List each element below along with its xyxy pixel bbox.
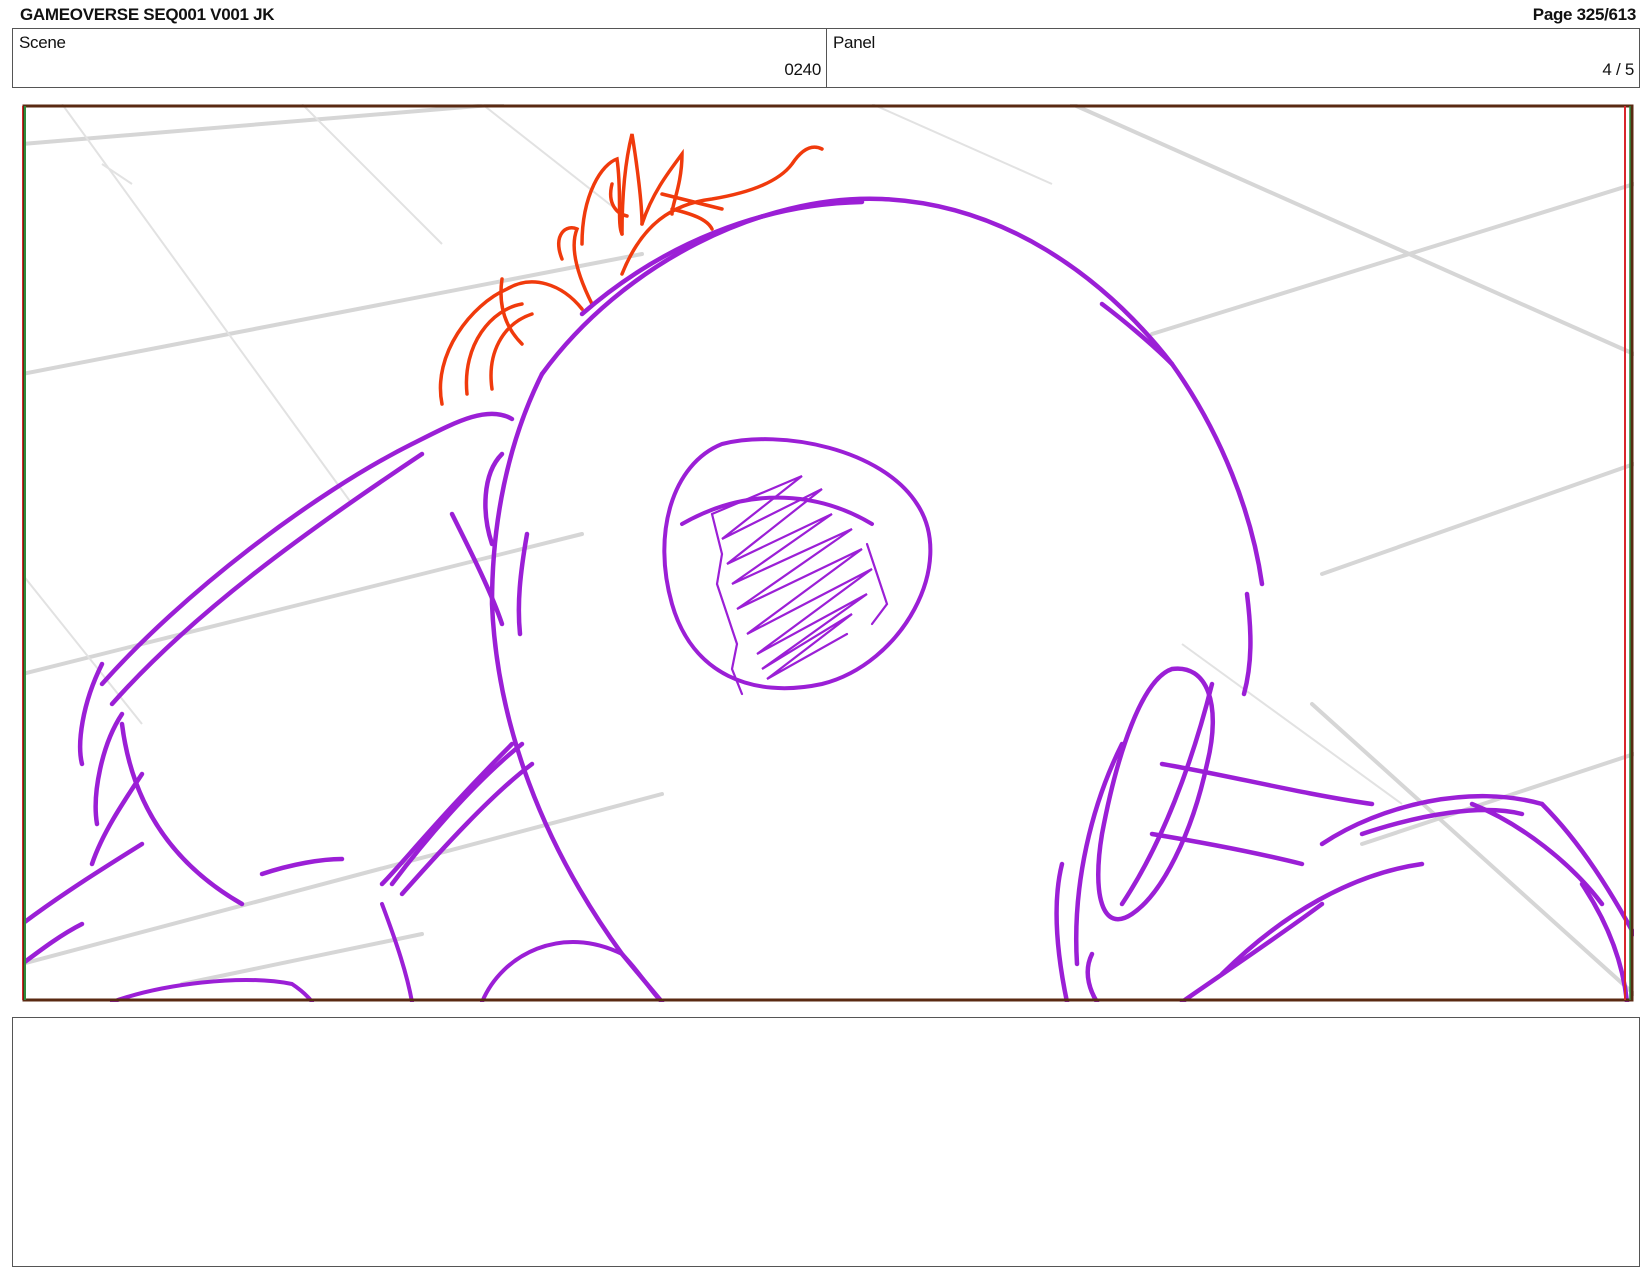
panel-label: Panel xyxy=(833,33,875,52)
page-number: Page 325/613 xyxy=(1532,5,1637,24)
document-title: GAMEOVERSE SEQ001 V001 JK xyxy=(20,5,275,24)
scene-panel-info: Scene 0240 Panel 4 / 5 xyxy=(12,28,1640,88)
scene-number: 0240 xyxy=(784,60,821,79)
scene-label: Scene xyxy=(19,33,66,52)
panel-number: 4 / 5 xyxy=(1602,60,1634,79)
panel-cell: Panel 4 / 5 xyxy=(827,29,1639,87)
storyboard-sketch xyxy=(22,104,1634,1002)
panel-notes xyxy=(12,1017,1640,1267)
scene-cell: Scene 0240 xyxy=(13,29,827,87)
storyboard-frame xyxy=(22,104,1634,1002)
